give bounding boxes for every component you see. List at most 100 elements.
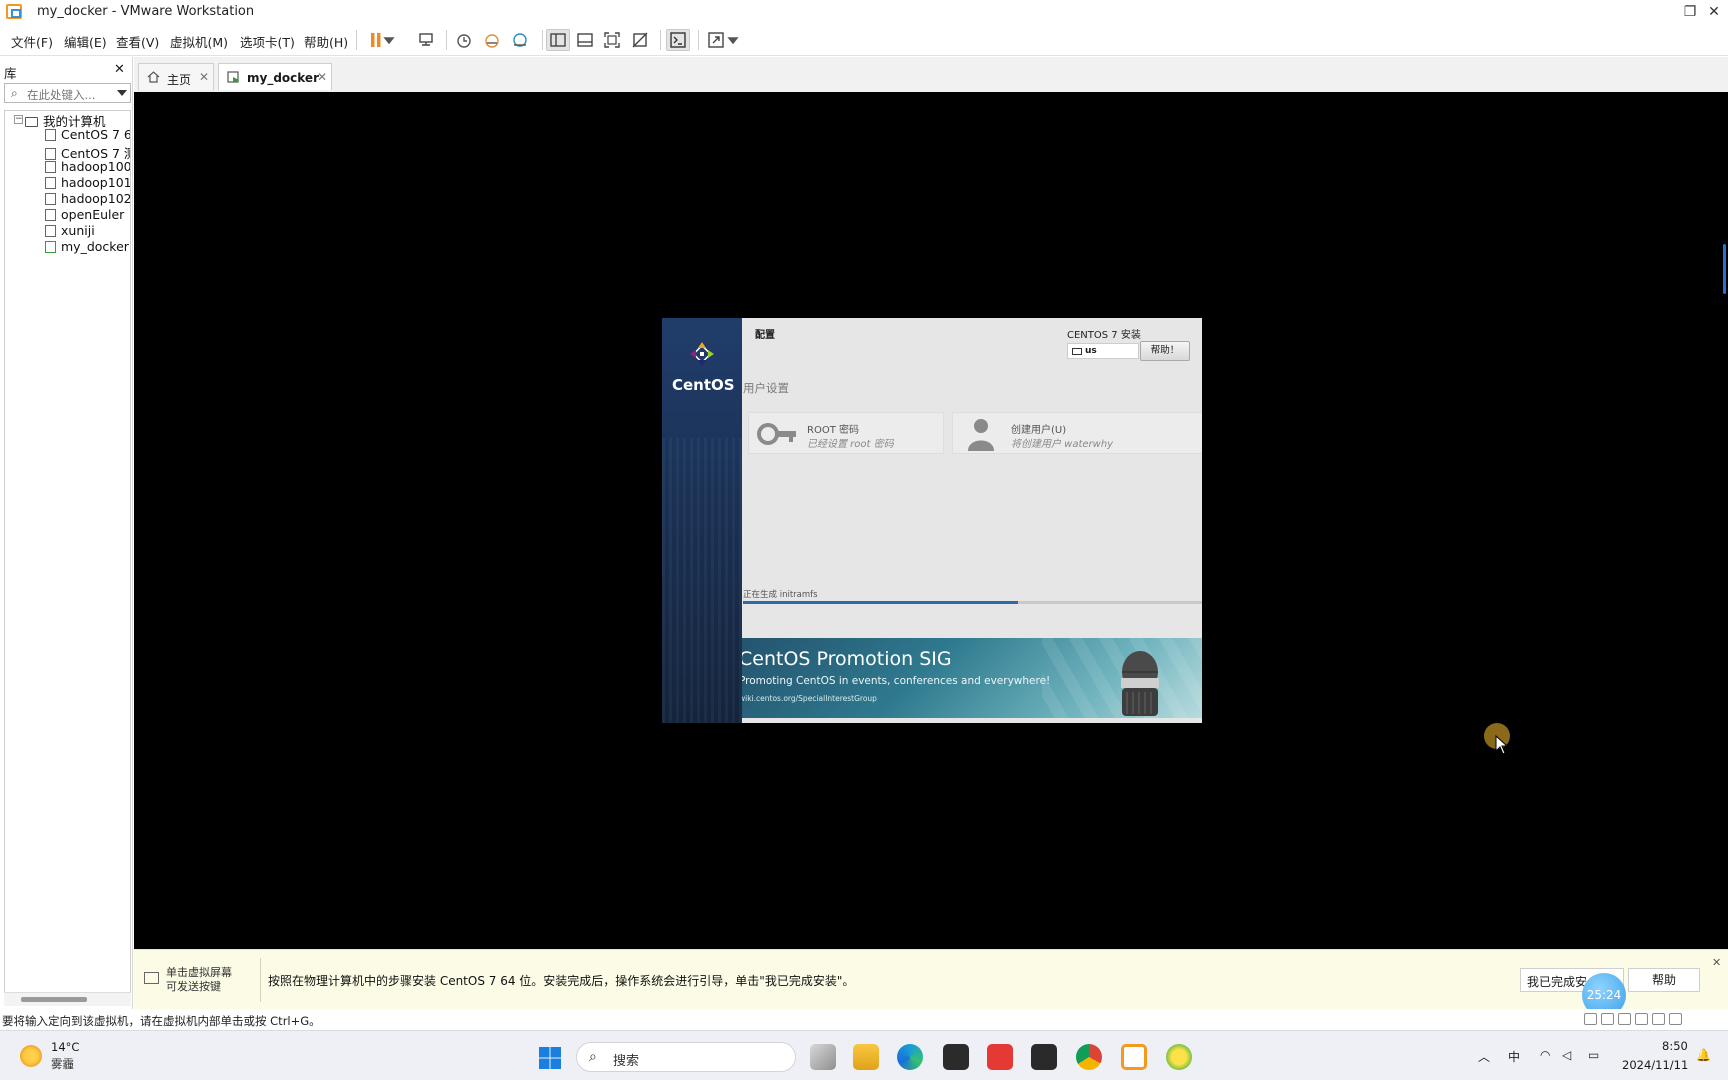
hard-disk-icon[interactable] xyxy=(1584,1013,1597,1025)
tree-item-my-docker[interactable]: my_docker xyxy=(45,239,129,255)
keyboard-hint-icon xyxy=(144,972,159,984)
notification-bell-icon[interactable]: 🔔 xyxy=(1696,1048,1711,1062)
windows-start-icon[interactable] xyxy=(538,1046,562,1070)
battery-icon[interactable]: ▭ xyxy=(1588,1048,1599,1062)
app-launcher-icon[interactable] xyxy=(1166,1044,1192,1070)
vmware-taskbar-icon[interactable] xyxy=(1121,1044,1147,1070)
wifi-icon[interactable]: ◠ xyxy=(1540,1048,1550,1062)
chrome-browser-icon[interactable] xyxy=(1076,1044,1102,1070)
console-view-icon[interactable] xyxy=(666,29,690,51)
hint-close-icon[interactable]: ✕ xyxy=(1712,956,1721,969)
menu-edit[interactable]: 编辑(E) xyxy=(64,32,107,51)
tree-item-label: CentOS 7 64 xyxy=(61,127,130,142)
clock-time[interactable]: 8:50 xyxy=(1662,1039,1688,1053)
notepad-app-icon[interactable] xyxy=(1031,1044,1057,1070)
keyboard-icon xyxy=(1072,348,1082,355)
cd-drive-icon[interactable] xyxy=(1601,1013,1614,1025)
pause-dropdown-icon[interactable] xyxy=(382,29,396,51)
input-method-indicator[interactable]: 中 xyxy=(1508,1048,1520,1065)
menu-toolbar: 文件(F) 编辑(E) 查看(V) 虚拟机(M) 选项卡(T) 帮助(H) xyxy=(0,24,1728,56)
tab-home[interactable]: 主页 ✕ xyxy=(138,63,214,90)
search-icon: ⌕ xyxy=(589,1049,597,1065)
sound-card-icon[interactable] xyxy=(1635,1013,1648,1025)
snapshot-manager-icon[interactable] xyxy=(508,29,532,51)
close-window-icon[interactable]: ✕ xyxy=(1702,2,1726,22)
root-password-spoke[interactable]: ROOT 密码 已经设置 root 密码 xyxy=(748,412,944,454)
show-library-icon[interactable] xyxy=(546,29,570,51)
collapse-icon[interactable]: − xyxy=(14,115,23,124)
revert-snapshot-icon[interactable] xyxy=(480,29,504,51)
banner-url: wiki.centos.org/SpecialInterestGroup xyxy=(742,694,877,703)
usb-icon[interactable] xyxy=(1652,1013,1665,1025)
edge-browser-icon[interactable] xyxy=(897,1044,923,1070)
restore-icon[interactable]: ❐ xyxy=(1678,2,1702,22)
click-hint-line2: 可发送按键 xyxy=(166,980,221,993)
window-title: my_docker - VMware Workstation xyxy=(37,4,255,19)
vm-scroll-indicator[interactable] xyxy=(1721,244,1728,294)
tree-item-openeuler[interactable]: openEuler xyxy=(45,207,124,223)
menu-tabs[interactable]: 选项卡(T) xyxy=(240,32,295,51)
tree-item-label: xuniji xyxy=(61,223,95,238)
library-search-input[interactable]: ⌕ 在此处键入... xyxy=(4,83,131,103)
taskbar-search-box[interactable]: ⌕ 搜索 xyxy=(576,1042,796,1072)
create-user-title: 创建用户(U) xyxy=(1011,425,1067,436)
file-explorer-icon[interactable] xyxy=(853,1044,879,1070)
stretch-guest-icon[interactable] xyxy=(704,29,728,51)
unity-hub-icon[interactable] xyxy=(943,1044,969,1070)
tree-item-hadoop102[interactable]: hadoop102 xyxy=(45,191,130,207)
tree-item-hadoop101[interactable]: hadoop101 xyxy=(45,175,131,191)
title-bar: my_docker - VMware Workstation ❐ ✕ xyxy=(0,0,1728,24)
tab-my-docker[interactable]: my_docker ✕ xyxy=(218,63,332,90)
menu-view[interactable]: 查看(V) xyxy=(116,32,159,51)
search-dropdown-icon[interactable] xyxy=(117,90,127,96)
library-close-icon[interactable]: ✕ xyxy=(114,62,125,77)
centos-installer[interactable]: CentOS 配置 CENTOS 7 安装 us 帮助！ 用户设置 ROOT 密… xyxy=(662,318,1202,723)
menu-file[interactable]: 文件(F) xyxy=(11,32,53,51)
stretch-dropdown-icon[interactable] xyxy=(726,29,740,51)
tree-item-centos7-64[interactable]: CentOS 7 64 xyxy=(45,127,130,143)
centos-logo-icon xyxy=(690,342,714,366)
show-hidden-icons-chevron[interactable]: ︿ xyxy=(1478,1048,1490,1065)
create-user-status: 将创建用户 waterwhy xyxy=(1011,439,1114,450)
volume-icon[interactable]: ◁ xyxy=(1562,1048,1571,1062)
installer-help-button[interactable]: 帮助！ xyxy=(1140,341,1190,361)
show-thumbnail-bar-icon[interactable] xyxy=(573,29,597,51)
weather-icon[interactable] xyxy=(20,1045,42,1067)
root-password-status: 已经设置 root 密码 xyxy=(807,439,894,450)
fullscreen-icon[interactable] xyxy=(600,29,624,51)
click-hint: 单击虚拟屏幕 可发送按键 xyxy=(166,966,232,994)
hint-help-button[interactable]: 帮助 xyxy=(1628,968,1700,992)
tree-item-hadoop100[interactable]: hadoop100 xyxy=(45,159,131,175)
tree-item-label: hadoop100 xyxy=(61,159,131,174)
send-ctrl-alt-del-icon[interactable] xyxy=(414,29,438,51)
search-icon: ⌕ xyxy=(11,86,18,100)
tab-my-docker-label: my_docker xyxy=(247,71,319,85)
unity-icon[interactable] xyxy=(628,29,652,51)
vm-icon xyxy=(45,161,56,173)
banner-subtitle: Promoting CentOS in events, conferences … xyxy=(742,675,1051,687)
tree-item-label: hadoop101 xyxy=(61,175,131,190)
snapshot-icon[interactable] xyxy=(452,29,476,51)
tab-close-icon[interactable]: ✕ xyxy=(199,70,209,84)
windows-taskbar: 14°C 雾霾 ⌕ 搜索 ︿ 中 ◠ ◁ ▭ 8:50 2024/11/11 🔔 xyxy=(0,1030,1728,1080)
menu-help[interactable]: 帮助(H) xyxy=(304,32,348,51)
running-vm-icon xyxy=(45,241,56,253)
clock-date[interactable]: 2024/11/11 xyxy=(1622,1058,1688,1072)
library-horizontal-scrollbar[interactable] xyxy=(4,992,131,1006)
wps-office-icon[interactable] xyxy=(987,1044,1013,1070)
network-adapter-icon[interactable] xyxy=(1618,1013,1631,1025)
tree-root-my-computer[interactable]: 我的计算机 xyxy=(25,111,106,129)
scrollbar-thumb[interactable] xyxy=(21,997,87,1002)
create-user-spoke[interactable]: 创建用户(U) 将创建用户 waterwhy xyxy=(952,412,1202,454)
menu-vm[interactable]: 虚拟机(M) xyxy=(170,32,228,51)
vm-tab-icon xyxy=(227,71,239,83)
tree-item-centos7-test[interactable]: CentOS 7 测 xyxy=(45,143,130,161)
keyboard-layout-indicator[interactable]: us xyxy=(1067,343,1139,359)
tree-item-xuniji[interactable]: xuniji xyxy=(45,223,95,239)
status-bar: 要将输入定向到该虚拟机，请在虚拟机内部单击或按 Ctrl+G。 xyxy=(0,1009,1728,1030)
tab-close-icon[interactable]: ✕ xyxy=(317,70,327,84)
task-view-icon[interactable] xyxy=(810,1044,836,1070)
display-icon[interactable] xyxy=(1669,1013,1682,1025)
vmware-logo-icon xyxy=(6,4,22,19)
vm-icon xyxy=(45,225,56,237)
